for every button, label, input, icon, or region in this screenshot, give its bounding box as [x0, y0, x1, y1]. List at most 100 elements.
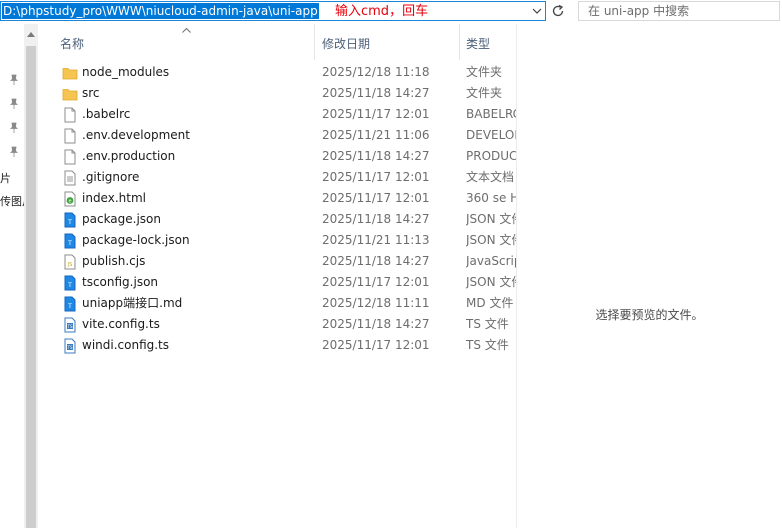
file-name: .env.production: [82, 149, 176, 163]
svg-text:T: T: [67, 303, 72, 310]
file-type: DEVELOPMENT: [466, 128, 516, 142]
svg-text:T: T: [67, 282, 72, 289]
file-date: 2025/11/21 11:06: [322, 128, 430, 142]
svg-text:e: e: [68, 198, 71, 204]
file-date: 2025/11/17 12:01: [322, 275, 430, 289]
svg-text:TS: TS: [67, 324, 73, 329]
file-type: JSON 文件: [466, 275, 516, 289]
json-file-icon: T: [62, 275, 78, 291]
file-row[interactable]: TS windi.config.ts 2025/11/17 12:01 TS 文件: [38, 335, 516, 356]
file-name: windi.config.ts: [82, 338, 170, 352]
file-date: 2025/11/18 14:27: [322, 149, 430, 163]
file-type: TS 文件: [466, 338, 509, 352]
file-type: JSON 文件: [466, 233, 516, 247]
file-date: 2025/11/17 12:01: [322, 191, 430, 205]
chevron-down-icon[interactable]: [529, 2, 545, 20]
file-date: 2025/11/17 12:01: [322, 107, 430, 121]
file-row[interactable]: Tuniapp端接口.md 2025/12/18 11:11 MD 文件: [38, 293, 516, 314]
nav-scrollbar[interactable]: [24, 24, 38, 528]
file-type: MD 文件: [466, 296, 514, 310]
file-date: 2025/11/17 12:01: [322, 338, 430, 352]
column-date[interactable]: 修改日期: [322, 35, 370, 52]
file-name: uniapp端接口.md: [82, 296, 183, 310]
sort-ascending-icon: [182, 28, 191, 33]
file-type: 文件夹: [466, 86, 503, 100]
file-icon: [62, 107, 78, 123]
file-row[interactable]: src 2025/11/18 14:27 文件夹: [38, 83, 516, 104]
file-type: JavaScript: [466, 254, 516, 268]
file-type: 文件夹: [466, 65, 503, 79]
file-row[interactable]: Tpackage-lock.json 2025/11/21 11:13 JSON 文…: [38, 230, 516, 251]
column-type[interactable]: 类型: [466, 35, 490, 52]
js-file-icon: JS: [62, 254, 78, 270]
address-bar[interactable]: D:\phpstudy_pro\WWW\niucloud-admin-java\…: [0, 1, 546, 21]
pin-icon[interactable]: [8, 122, 20, 134]
html-file-icon: e: [62, 191, 78, 207]
svg-text:TS: TS: [67, 345, 73, 350]
file-type: PRODUCTION: [466, 149, 516, 163]
file-name: vite.config.ts: [82, 317, 160, 331]
file-name: .gitignore: [82, 170, 140, 184]
file-date: 2025/11/17 12:01: [322, 170, 430, 184]
file-icon: [62, 128, 78, 144]
search-input[interactable]: 在 uni-app 中搜索: [578, 1, 780, 21]
folder-icon: [62, 86, 78, 102]
pin-icon[interactable]: [8, 146, 20, 158]
text-file-icon: [62, 170, 78, 186]
file-type: 文本文档: [466, 170, 515, 184]
file-name: src: [82, 86, 100, 100]
file-type: 360 se HTML: [466, 191, 516, 205]
file-name: package-lock.json: [82, 233, 190, 247]
file-date: 2025/12/18 11:18: [322, 65, 430, 79]
svg-text:JS: JS: [67, 262, 73, 268]
file-row[interactable]: .gitignore 2025/11/17 12:01 文本文档: [38, 167, 516, 188]
file-row[interactable]: .env.production 2025/11/18 14:27 PRODUCTIO…: [38, 146, 516, 167]
svg-text:T: T: [67, 219, 72, 226]
file-name: index.html: [82, 191, 146, 205]
file-list: 名称 修改日期 类型 node_modules 2025/12/18 11:18 文…: [38, 24, 516, 528]
refresh-icon[interactable]: [548, 1, 568, 21]
file-name: publish.cjs: [82, 254, 146, 268]
column-name[interactable]: 名称: [60, 35, 84, 52]
column-divider[interactable]: [314, 24, 315, 60]
pin-icon[interactable]: [8, 74, 20, 86]
file-type: JSON 文件: [466, 212, 516, 226]
file-date: 2025/11/18 14:27: [322, 86, 430, 100]
file-row[interactable]: Tpackage.json 2025/11/18 14:27 JSON 文件: [38, 209, 516, 230]
file-date: 2025/12/18 11:11: [322, 296, 430, 310]
address-toolbar: D:\phpstudy_pro\WWW\niucloud-admin-java\…: [0, 0, 782, 24]
md-file-icon: T: [62, 296, 78, 312]
scrollbar-thumb[interactable]: [26, 46, 36, 528]
file-date: 2025/11/21 11:13: [322, 233, 430, 247]
nav-item-label[interactable]: 片: [0, 170, 11, 186]
file-row[interactable]: e index.html 2025/11/17 12:01 360 se HTML: [38, 188, 516, 209]
navigation-pane: 片 传图片: [0, 24, 33, 528]
file-name: node_modules: [82, 65, 170, 79]
file-name: .babelrc: [82, 107, 131, 121]
file-row[interactable]: node_modules 2025/12/18 11:18 文件夹: [38, 62, 516, 83]
file-row[interactable]: Ttsconfig.json 2025/11/17 12:01 JSON 文件: [38, 272, 516, 293]
file-type: TS 文件: [466, 317, 509, 331]
file-icon: [62, 149, 78, 165]
file-name: tsconfig.json: [82, 275, 159, 289]
scroll-up-arrow-icon[interactable]: [24, 28, 38, 40]
file-date: 2025/11/18 14:27: [322, 254, 430, 268]
file-name: .env.development: [82, 128, 190, 142]
folder-icon: [62, 65, 78, 81]
file-row[interactable]: .babelrc 2025/11/17 12:01 BABELRC: [38, 104, 516, 125]
file-date: 2025/11/18 14:27: [322, 212, 430, 226]
file-row[interactable]: JS publish.cjs 2025/11/18 14:27 JavaScript: [38, 251, 516, 272]
column-divider[interactable]: [459, 24, 460, 60]
file-name: package.json: [82, 212, 162, 226]
file-row[interactable]: .env.development 2025/11/21 11:06 DEVELOPM…: [38, 125, 516, 146]
annotation-text: 输入cmd，回车: [335, 4, 429, 19]
address-path[interactable]: D:\phpstudy_pro\WWW\niucloud-admin-java\…: [2, 3, 319, 19]
json-file-icon: T: [62, 212, 78, 228]
file-date: 2025/11/18 14:27: [322, 317, 430, 331]
svg-text:T: T: [67, 240, 72, 247]
pin-icon[interactable]: [8, 98, 20, 110]
file-type: BABELRC: [466, 107, 516, 121]
preview-message: 选择要预览的文件。: [595, 308, 704, 322]
column-header: 名称 修改日期 类型: [38, 24, 516, 60]
file-row[interactable]: TS vite.config.ts 2025/11/18 14:27 TS 文件: [38, 314, 516, 335]
